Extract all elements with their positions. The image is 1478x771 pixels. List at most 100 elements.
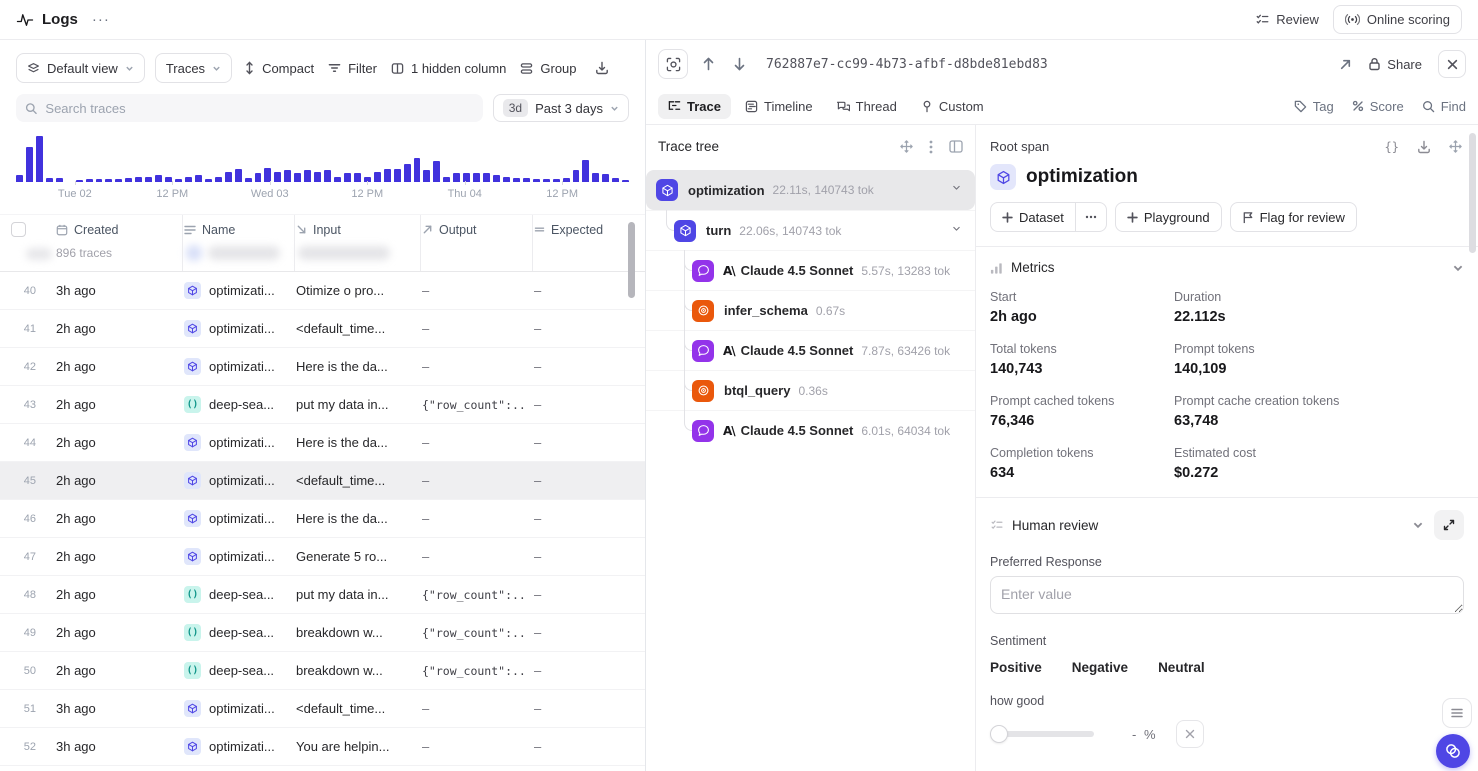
column-header-input[interactable]: Input: [290, 223, 416, 237]
table-row[interactable]: 452h agooptimizati...<default_time...––: [0, 462, 645, 500]
tree-row-claude-4-5-sonnet[interactable]: A\Claude 4.5 Sonnet6.01s, 64034 tok: [646, 410, 975, 450]
column-header-name[interactable]: Name: [178, 223, 290, 237]
tab-thread[interactable]: Thread: [827, 94, 907, 119]
previous-trace-button[interactable]: [698, 57, 719, 71]
table-row[interactable]: 462h agooptimizati...Here is the da...––: [0, 500, 645, 538]
tab-timeline[interactable]: Timeline: [735, 94, 823, 119]
metric-item: Prompt cached tokens76,346: [990, 394, 1174, 429]
trace-volume-histogram[interactable]: Tue 0212 PMWed 0312 PMThu 0412 PM: [16, 136, 629, 202]
sentiment-negative-button[interactable]: Negative: [1072, 660, 1128, 675]
table-row[interactable]: 442h agooptimizati...Here is the da...––: [0, 424, 645, 462]
table-row[interactable]: 502h ago()deep-sea...breakdown w...{"row…: [0, 652, 645, 690]
expand-review-button[interactable]: [1434, 510, 1464, 540]
expand-diagonal-icon: [1443, 519, 1455, 531]
tree-row-turn[interactable]: turn22.06s, 140743 tok: [646, 210, 975, 250]
table-row[interactable]: 472h agooptimizati...Generate 5 ro...––: [0, 538, 645, 576]
select-all-checkbox[interactable]: [11, 222, 26, 237]
share-button[interactable]: Share: [1368, 57, 1422, 72]
download-icon: [1417, 140, 1431, 154]
table-row[interactable]: 412h agooptimizati...<default_time...––: [0, 310, 645, 348]
scrollbar-thumb[interactable]: [1469, 133, 1476, 253]
group-button[interactable]: Group: [518, 53, 578, 83]
online-scoring-button[interactable]: Online scoring: [1333, 5, 1462, 34]
tree-row-infer-schema[interactable]: infer_schema0.67s: [646, 290, 975, 330]
table-row[interactable]: 492h ago()deep-sea...breakdown w...{"row…: [0, 614, 645, 652]
table-row[interactable]: 523h agooptimizati...You are helpin...––: [0, 728, 645, 766]
row-number: 51: [0, 703, 50, 715]
how-good-slider[interactable]: [990, 725, 1094, 743]
tree-row-btql-query[interactable]: btql_query0.36s: [646, 370, 975, 410]
created-cell: 2h ago: [50, 359, 178, 374]
time-range-selector[interactable]: 3d Past 3 days: [493, 94, 629, 122]
tab-trace[interactable]: Trace: [658, 94, 731, 119]
tree-row-claude-4-5-sonnet[interactable]: A\Claude 4.5 Sonnet7.87s, 63426 tok: [646, 330, 975, 370]
chevron-down-icon[interactable]: [950, 222, 963, 240]
preferred-response-input[interactable]: [990, 576, 1464, 614]
search-input[interactable]: [45, 101, 473, 116]
view-selector[interactable]: Default view: [16, 53, 145, 83]
collapse-sidebar-button[interactable]: [949, 140, 963, 154]
find-button[interactable]: Find: [1422, 99, 1466, 114]
export-button[interactable]: [593, 53, 611, 83]
tree-row-claude-4-5-sonnet[interactable]: A\Claude 4.5 Sonnet5.57s, 13283 tok: [646, 250, 975, 290]
traces-selector[interactable]: Traces: [155, 53, 232, 83]
assistant-button[interactable]: [1436, 734, 1470, 768]
open-fullscreen-button[interactable]: [1339, 58, 1352, 71]
download-span-button[interactable]: [1417, 140, 1431, 154]
column-header-expected[interactable]: Expected: [528, 223, 624, 237]
cube-glyph: [187, 475, 198, 486]
clear-score-button[interactable]: [1176, 720, 1204, 748]
flag-icon: [1242, 211, 1254, 224]
close-panel-button[interactable]: [1438, 50, 1466, 78]
move-span-button[interactable]: [1449, 140, 1462, 153]
collapse-review-button[interactable]: [1412, 519, 1424, 531]
cube-glyph: [187, 513, 198, 524]
input-cell: <default_time...: [290, 321, 416, 336]
search-box[interactable]: [16, 94, 483, 122]
hidden-columns-button[interactable]: 1 hidden column: [389, 53, 508, 83]
name-text: optimizati...: [209, 321, 275, 336]
column-header-created[interactable]: Created: [50, 223, 178, 237]
collapse-metrics-button[interactable]: [1452, 262, 1464, 274]
detail-scrollbar[interactable]: [1469, 125, 1476, 771]
table-row[interactable]: 432h ago()deep-sea...put my data in...{"…: [0, 386, 645, 424]
score-button[interactable]: Score: [1352, 99, 1404, 114]
sentiment-positive-button[interactable]: Positive: [990, 660, 1042, 675]
sentiment-neutral-button[interactable]: Neutral: [1158, 660, 1205, 675]
move-panel-button[interactable]: [900, 140, 913, 154]
flag-for-review-button[interactable]: Flag for review: [1230, 202, 1357, 232]
name-cell: optimizati...: [178, 472, 290, 489]
page-menu-button[interactable]: ···: [92, 11, 110, 28]
table-row[interactable]: 513h agooptimizati...<default_time...––: [0, 690, 645, 728]
histogram-bar: [115, 179, 122, 182]
review-button[interactable]: Review: [1255, 12, 1319, 27]
compact-toggle[interactable]: Compact: [242, 53, 316, 83]
tab-custom[interactable]: Custom: [911, 94, 994, 119]
column-header-output[interactable]: Output: [416, 223, 528, 237]
next-trace-button[interactable]: [729, 57, 750, 71]
trace-id[interactable]: 762887e7-cc99-4b73-afbf-d8bde81ebd83: [766, 57, 1048, 72]
slider-thumb[interactable]: [990, 725, 1008, 743]
dataset-options-button[interactable]: [1075, 202, 1107, 232]
table-scrollbar[interactable]: [628, 40, 635, 771]
histogram-bar: [26, 147, 33, 182]
table-row[interactable]: 403h agooptimizati...Otimize o pro...––: [0, 272, 645, 310]
floating-menu-button[interactable]: [1442, 698, 1472, 728]
focus-span-button[interactable]: [658, 49, 688, 79]
scrollbar-thumb[interactable]: [628, 222, 635, 298]
table-row[interactable]: 482h ago()deep-sea...put my data in...{"…: [0, 576, 645, 614]
input-cell: put my data in...: [290, 587, 416, 602]
chevron-down-icon[interactable]: [950, 181, 963, 199]
add-to-dataset-button[interactable]: Dataset: [990, 202, 1075, 232]
tag-button[interactable]: Tag: [1294, 99, 1334, 114]
tree-options-button[interactable]: [929, 140, 933, 154]
open-in-playground-button[interactable]: Playground: [1115, 202, 1222, 232]
tree-connector: [684, 291, 685, 330]
span-duration-tokens: 22.11s, 140743 tok: [773, 183, 874, 197]
table-row[interactable]: 422h agooptimizati...Here is the da...––: [0, 348, 645, 386]
view-json-button[interactable]: {}: [1385, 140, 1399, 154]
filter-button[interactable]: Filter: [326, 53, 379, 83]
tree-row-optimization[interactable]: optimization22.11s, 140743 tok: [646, 170, 975, 210]
trace-tree-title: Trace tree: [658, 139, 719, 154]
metric-item: Prompt cache creation tokens63,748: [1174, 394, 1464, 429]
